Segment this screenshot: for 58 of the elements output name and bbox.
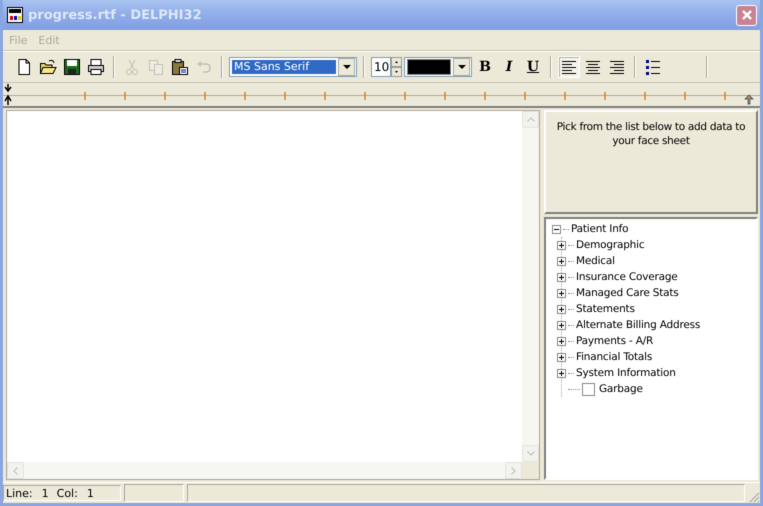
align-center-icon (584, 58, 602, 76)
tree-item[interactable]: Financial Totals (576, 351, 652, 363)
folder-icon (39, 58, 57, 76)
scissors-icon (123, 58, 141, 76)
expand-icon[interactable] (557, 288, 566, 298)
caret-icon (458, 65, 466, 69)
close-icon (740, 9, 752, 21)
tree-item[interactable]: Medical (576, 255, 615, 267)
instruction-text: Pick from the list below to add data to your face sheet (556, 120, 746, 148)
app-icon (7, 7, 23, 23)
align-left-button[interactable] (558, 56, 580, 78)
italic-button[interactable]: I (498, 56, 520, 78)
color-dropdown[interactable] (404, 57, 472, 77)
scrollbar-corner (522, 462, 539, 479)
collapse-icon[interactable] (552, 224, 561, 234)
spin-buttons[interactable] (391, 57, 402, 77)
tree-item[interactable]: Demographic (576, 239, 644, 251)
tree-item[interactable]: Alternate Billing Address (576, 319, 700, 331)
caret-icon (342, 65, 350, 69)
undo-icon (195, 58, 213, 76)
expand-icon[interactable] (557, 352, 566, 362)
font-size-field[interactable]: 10 (371, 57, 391, 77)
status-panel (124, 484, 184, 502)
tree-item[interactable]: System Information (576, 367, 676, 379)
copy-icon (147, 58, 165, 76)
tree-item[interactable]: Insurance Coverage (576, 271, 678, 283)
expand-icon[interactable] (557, 256, 566, 266)
printer-button[interactable] (85, 56, 107, 78)
printer-icon (87, 58, 105, 76)
clipboard-button[interactable] (169, 56, 191, 78)
expand-icon[interactable] (557, 320, 566, 330)
expand-icon[interactable] (557, 304, 566, 314)
bold-button[interactable]: B (474, 56, 496, 78)
underline-button[interactable]: U (522, 56, 544, 78)
window-title: progress.rtf - DELPHI32 (28, 8, 203, 22)
align-left-icon (560, 58, 578, 76)
tree-item[interactable]: Managed Care Stats (576, 287, 679, 299)
expand-icon[interactable] (557, 240, 566, 250)
floppy-disk-button[interactable] (61, 56, 83, 78)
column-label: Col: (56, 486, 78, 500)
tree-view[interactable]: Patient Info Demographic Medical Insurance Coverage Managed Care Stats Statements Alternate Billing Address Payments - A/R Financial Totals System Information Garbage (544, 217, 758, 480)
tree-item[interactable]: Garbage (599, 383, 643, 395)
clipboard-icon (171, 58, 189, 76)
line-number: 1 (42, 486, 49, 500)
align-right-icon (608, 58, 626, 76)
tree-item[interactable]: Statements (576, 303, 635, 315)
expand-icon[interactable] (557, 272, 566, 282)
expand-icon[interactable] (557, 336, 566, 346)
tree-item[interactable]: Patient Info (571, 223, 628, 235)
column-number: 1 (86, 486, 94, 500)
font-dropdown[interactable]: MS Sans Serif (229, 57, 357, 77)
tree-item[interactable]: Payments - A/R (576, 335, 654, 347)
close-button[interactable] (736, 4, 757, 26)
bullet-list-icon (644, 58, 662, 76)
resize-grip-icon[interactable] (748, 491, 760, 503)
expand-icon[interactable] (557, 368, 566, 378)
line-label: Line: (6, 486, 33, 500)
checkbox[interactable] (582, 382, 595, 396)
